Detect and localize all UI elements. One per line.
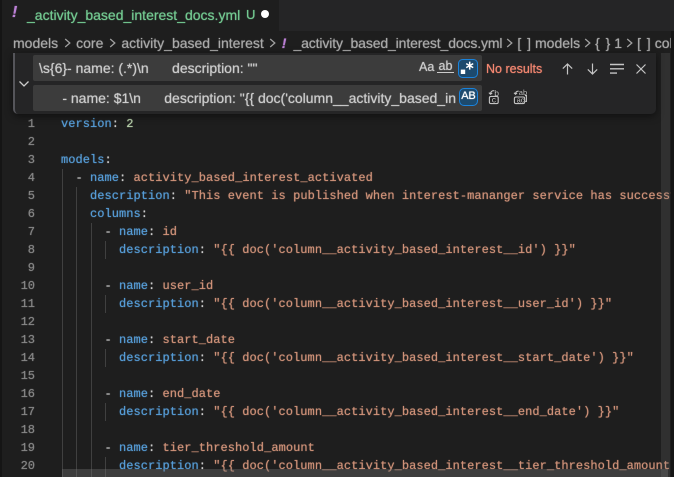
- svg-text:ac: ac: [517, 95, 525, 104]
- svg-text:c: c: [492, 94, 497, 104]
